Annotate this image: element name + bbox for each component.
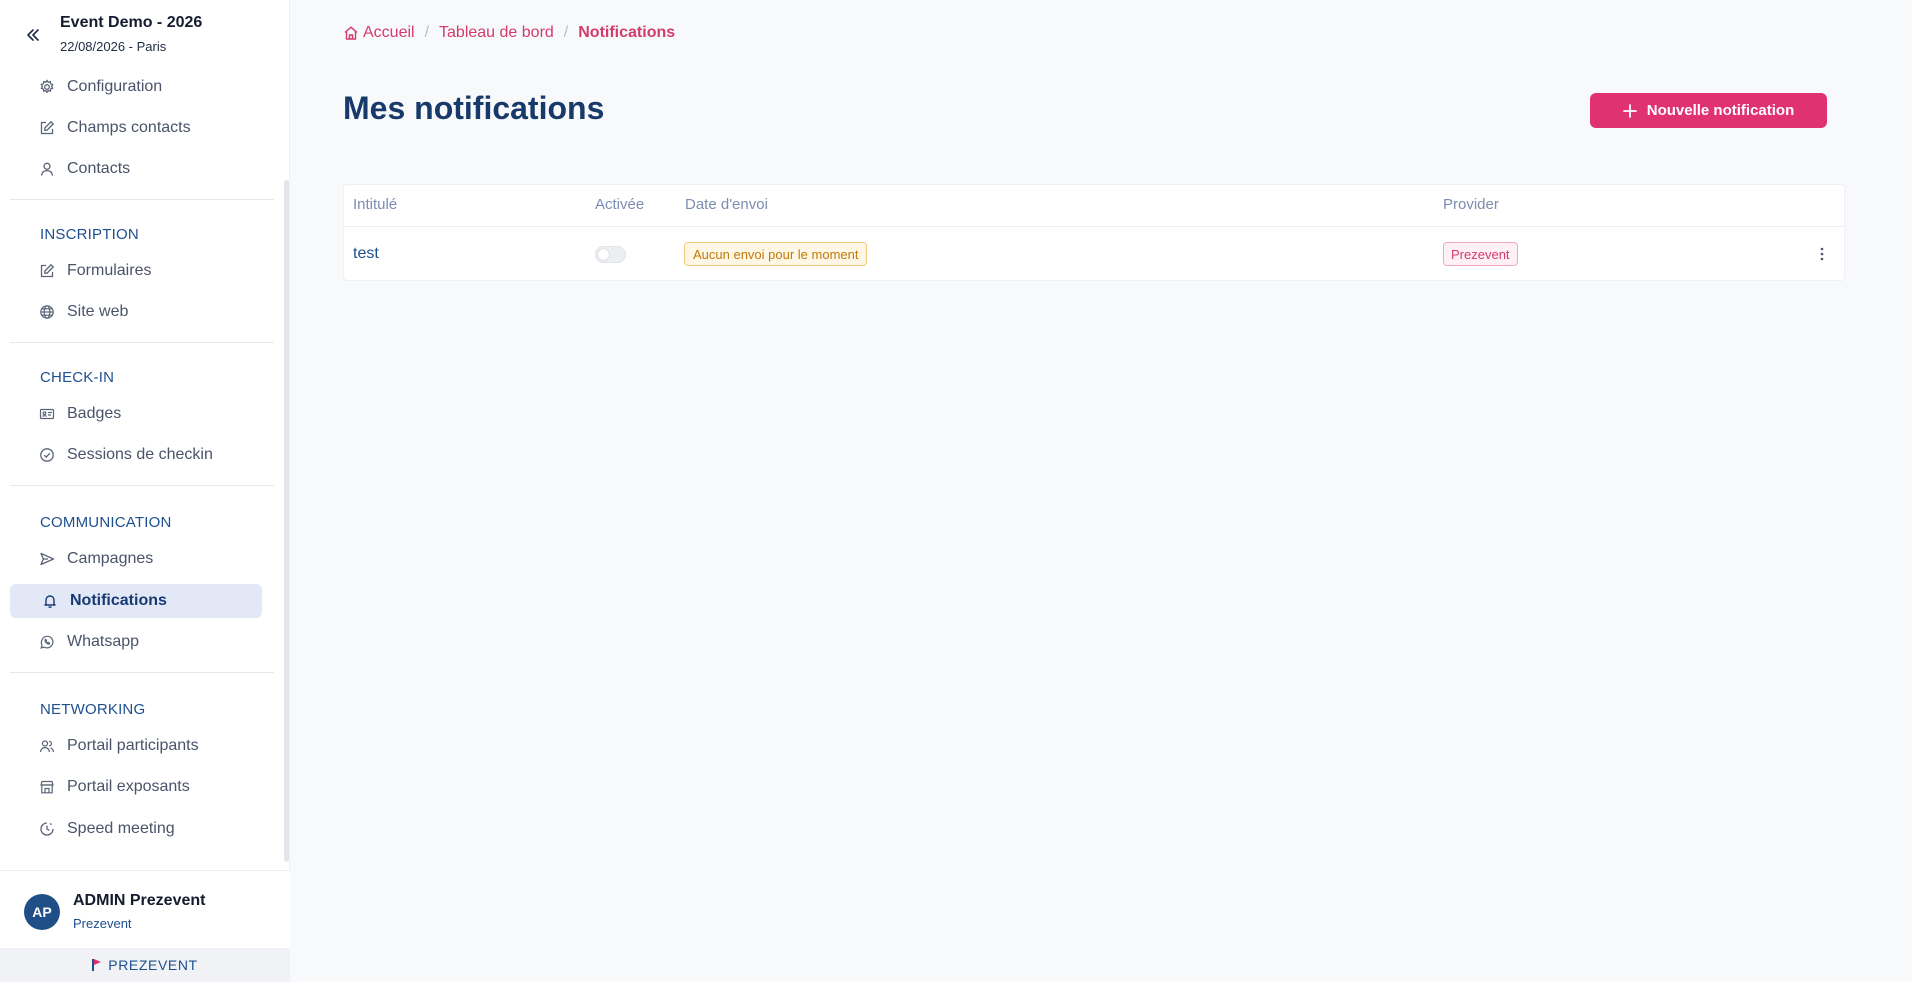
sidebar-item-site-web[interactable]: Site web: [10, 295, 262, 329]
sidebar-scrollbar[interactable]: [284, 180, 289, 862]
bell-icon: [42, 593, 58, 609]
sidebar-item-label: Campagnes: [67, 550, 154, 567]
users-icon: [39, 738, 55, 754]
event-title: Event Demo - 2026: [60, 14, 203, 31]
sidebar-item-contacts[interactable]: Contacts: [10, 152, 262, 186]
sidebar-item-label: Formulaires: [67, 262, 152, 279]
column-header-date-envoi[interactable]: Date d'envoi: [685, 196, 768, 213]
sidebar-item-formulaires[interactable]: Formulaires: [10, 254, 262, 288]
enabled-toggle[interactable]: [595, 246, 626, 263]
brand-name: PREZEVENT: [108, 957, 198, 973]
breadcrumb-dashboard[interactable]: Tableau de bord: [439, 24, 554, 42]
sidebar-item-notifications[interactable]: Notifications: [10, 584, 262, 618]
sidebar-scroll-area: Event Demo - 2026 22/08/2026 - Paris Con…: [0, 0, 290, 870]
sidebar-item-champs-contacts[interactable]: Champs contacts: [10, 111, 262, 145]
sidebar-item-label: Badges: [67, 405, 122, 422]
sidebar-item-label: Speed meeting: [67, 820, 175, 837]
breadcrumb-current: Notifications: [578, 24, 676, 41]
more-vertical-icon: [1820, 247, 1824, 261]
section-title-communication: COMMUNICATION: [40, 514, 172, 531]
sidebar: Event Demo - 2026 22/08/2026 - Paris Con…: [0, 0, 290, 982]
send-date-badge: Aucun envoi pour le moment: [684, 242, 868, 266]
new-notification-label: Nouvelle notification: [1646, 102, 1795, 119]
sidebar-item-configuration[interactable]: Configuration: [10, 70, 262, 104]
sidebar-item-label: Champs contacts: [67, 119, 191, 136]
sidebar-item-badges[interactable]: Badges: [10, 397, 262, 431]
prezevent-logo-icon: [92, 958, 102, 972]
plus-icon: [1622, 103, 1637, 118]
user-profile[interactable]: AP ADMIN Prezevent Prezevent: [0, 870, 290, 948]
user-icon: [39, 161, 55, 177]
section-title-check-in: CHECK-IN: [40, 369, 115, 386]
section-title-inscription: INSCRIPTION: [40, 226, 139, 243]
sidebar-item-whatsapp[interactable]: Whatsapp: [10, 625, 262, 659]
sidebar-item-label: Configuration: [67, 78, 163, 95]
send-icon: [39, 551, 55, 567]
sidebar-item-portail-participants[interactable]: Portail participants: [10, 729, 262, 763]
section-title-networking: NETWORKING: [40, 701, 146, 718]
divider: [10, 342, 274, 343]
breadcrumb-label: Accueil: [363, 24, 415, 41]
divider: [10, 199, 274, 200]
sidebar-item-label: Whatsapp: [67, 633, 140, 650]
table-header-divider: [344, 226, 1844, 227]
notifications-table: Intitulé Activée Date d'envoi Provider t…: [343, 184, 1845, 281]
provider-badge: Prezevent: [1443, 242, 1518, 266]
sidebar-item-sessions-de-checkin[interactable]: Sessions de checkin: [10, 438, 262, 472]
row-actions-button[interactable]: [1814, 245, 1830, 263]
event-header: Event Demo - 2026 22/08/2026 - Paris: [0, 12, 280, 60]
store-icon: [39, 779, 55, 795]
toggle-knob: [598, 249, 609, 260]
breadcrumb-separator: /: [563, 24, 569, 41]
divider: [10, 672, 274, 673]
divider: [10, 485, 274, 486]
column-header-intitule[interactable]: Intitulé: [353, 196, 397, 213]
sidebar-item-speed-meeting[interactable]: Speed meeting: [10, 812, 262, 846]
sidebar-item-label: Sessions de checkin: [67, 446, 213, 463]
user-name: ADMIN Prezevent: [73, 892, 206, 909]
avatar: AP: [24, 894, 60, 930]
user-organization: Prezevent: [73, 916, 132, 931]
gear-icon: [39, 79, 55, 95]
sidebar-item-campagnes[interactable]: Campagnes: [10, 542, 262, 576]
new-notification-button[interactable]: Nouvelle notification: [1590, 93, 1827, 128]
edit-icon: [39, 120, 55, 136]
breadcrumb: Accueil / Tableau de bord / Notification…: [343, 24, 675, 42]
check-circle-icon: [39, 447, 55, 463]
column-header-activee[interactable]: Activée: [595, 196, 644, 213]
sidebar-item-portail-exposants[interactable]: Portail exposants: [10, 770, 262, 804]
sidebar-item-label: Portail participants: [67, 737, 199, 754]
breadcrumb-separator: /: [424, 24, 430, 41]
column-header-provider[interactable]: Provider: [1443, 196, 1499, 213]
sidebar-item-label: Contacts: [67, 160, 131, 177]
notification-name[interactable]: test: [353, 245, 379, 263]
page-title: Mes notifications: [343, 90, 605, 126]
globe-icon: [39, 304, 55, 320]
brand-footer: PREZEVENT: [0, 948, 290, 982]
breadcrumb-home[interactable]: Accueil: [343, 24, 415, 42]
collapse-sidebar-button[interactable]: [22, 24, 44, 46]
id-card-icon: [39, 406, 55, 422]
event-subtitle: 22/08/2026 - Paris: [60, 39, 167, 54]
sidebar-item-label: Site web: [67, 303, 129, 320]
sidebar-item-label: Notifications: [70, 592, 167, 609]
sidebar-item-label: Portail exposants: [67, 778, 190, 795]
home-icon: [344, 26, 358, 40]
edit-icon: [39, 263, 55, 279]
double-chevron-left-icon: [27, 29, 39, 41]
clock-icon: [39, 821, 55, 837]
whatsapp-icon: [39, 634, 55, 650]
